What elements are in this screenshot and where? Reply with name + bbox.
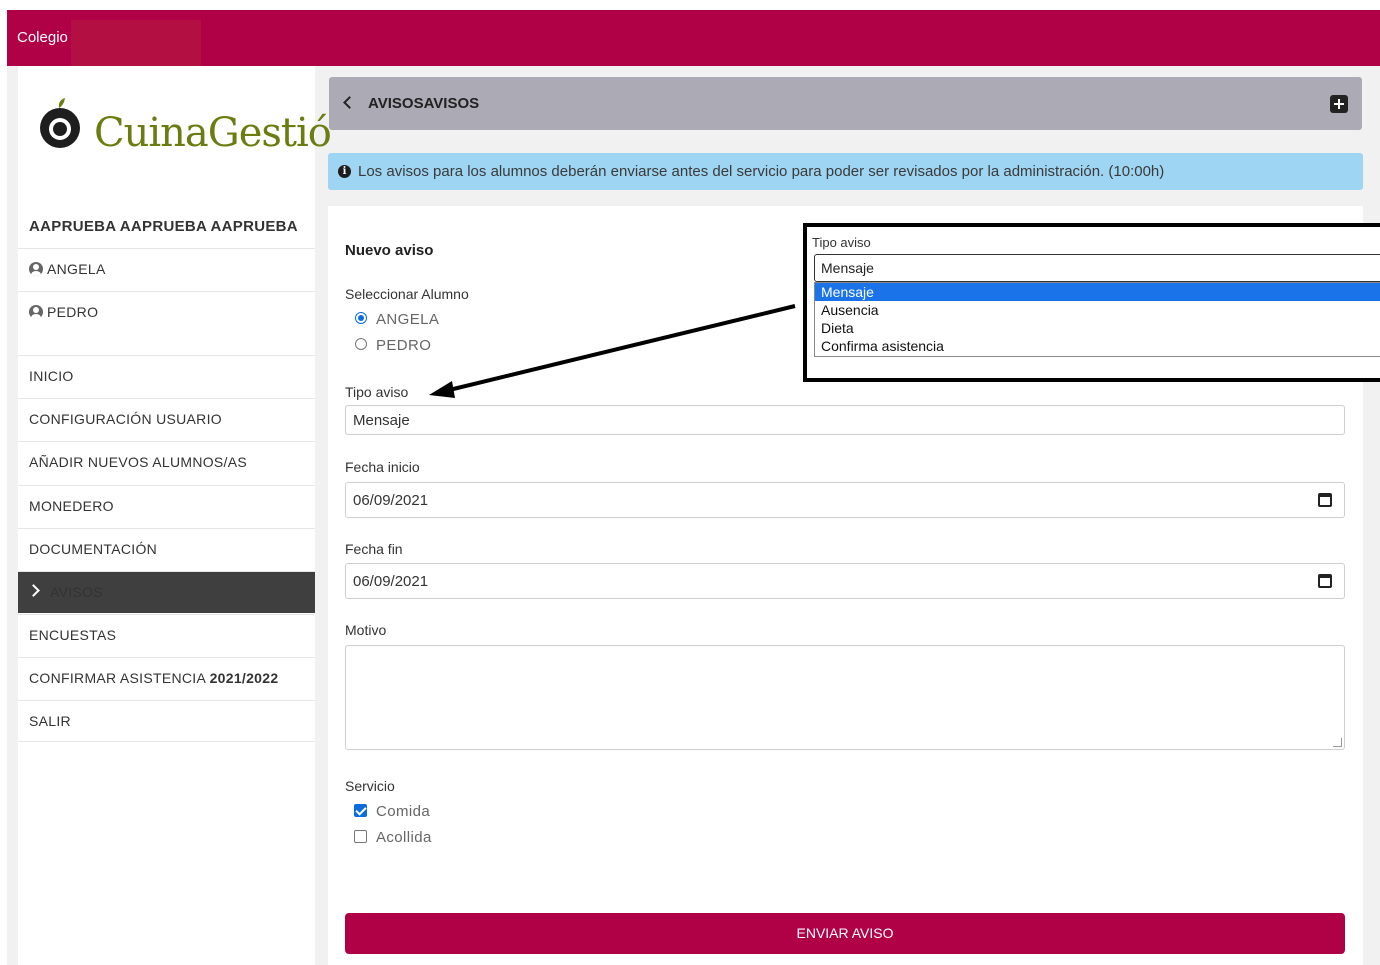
section-header: AVISOSAVISOS [329,77,1362,130]
resize-grip-icon[interactable] [1333,738,1342,747]
sidebar-student-pedro[interactable]: PEDRO [18,291,315,333]
fecha-fin-label: Fecha fin [345,541,403,557]
redacted-area [71,20,201,66]
top-bar: Colegio [7,10,1380,66]
radio-angela-label: ANGELA [376,311,440,328]
radio-pedro-label: PEDRO [376,337,432,354]
calendar-icon[interactable] [1318,574,1332,588]
cuinagestio-logo: CuinaGestió [38,98,332,168]
callout-select[interactable]: Mensaje [814,254,1380,282]
sidebar-item-documentacion[interactable]: DOCUMENTACIÓN [18,528,315,570]
user-icon [29,305,43,319]
option-confirma-asistencia[interactable]: Confirma asistencia [815,337,1380,355]
logo-wordmark: CuinaGestió [94,110,332,156]
school-name: Colegio [17,29,68,46]
student-label: ANGELA [47,261,106,277]
info-icon: i [338,165,351,178]
motivo-textarea[interactable] [345,645,1345,750]
callout-label: Tipo aviso [812,235,871,250]
back-chevron-icon[interactable] [343,96,356,109]
user-icon [29,262,43,276]
checkbox-comida[interactable] [354,804,367,817]
sidebar-item-monedero[interactable]: MONEDERO [18,485,315,527]
radio-pedro[interactable] [355,338,367,350]
radio-angela[interactable] [355,312,367,324]
info-text: Los avisos para los alumnos deberán envi… [358,163,1165,180]
sidebar-item-salir[interactable]: SALIR [18,700,315,742]
select-student-label: Seleccionar Alumno [345,286,469,302]
tipo-aviso-label: Tipo aviso [345,384,409,400]
motivo-label: Motivo [345,622,387,638]
enviar-aviso-button[interactable]: ENVIAR AVISO [345,913,1345,954]
option-mensaje[interactable]: Mensaje [815,283,1380,301]
checkbox-acollida[interactable] [354,830,367,843]
form-title: Nuevo aviso [345,242,434,259]
checkbox-comida-label: Comida [376,803,431,820]
fecha-fin-input[interactable]: 06/09/2021 [345,563,1345,599]
sidebar-item-configuracion-usuario[interactable]: CONFIGURACIÓN USUARIO [18,398,315,440]
student-label: PEDRO [47,304,99,320]
checkbox-acollida-label: Acollida [376,829,432,846]
sidebar-item-confirmar-asistencia[interactable]: CONFIRMAR ASISTENCIA 2021/2022 [18,657,315,699]
dropdown-callout: Tipo aviso Mensaje Mensaje Ausencia Diet… [803,223,1380,382]
servicio-label: Servicio [345,778,395,794]
sidebar-item-inicio[interactable]: INICIO [18,355,315,397]
chevron-right-icon [27,584,40,597]
sidebar-item-avisos[interactable]: AVISOS [18,571,315,613]
option-dieta[interactable]: Dieta [815,319,1380,337]
add-plus-icon[interactable] [1330,95,1348,113]
page-title: AVISOSAVISOS [368,95,480,112]
fecha-inicio-label: Fecha inicio [345,459,420,475]
sidebar: CuinaGestió AAPRUEBA AAPRUEBA AAPRUEBA A… [18,66,332,965]
user-name-header: AAPRUEBA AAPRUEBA AAPRUEBA [29,218,298,235]
option-ausencia[interactable]: Ausencia [815,301,1380,319]
sidebar-item-anadir-alumnos[interactable]: AÑADIR NUEVOS ALUMNOS/AS [18,441,315,483]
callout-options-list: Mensaje Ausencia Dieta Confirma asistenc… [814,282,1380,357]
fecha-inicio-input[interactable]: 06/09/2021 [345,482,1345,518]
sidebar-item-encuestas[interactable]: ENCUESTAS [18,614,315,656]
sidebar-student-angela[interactable]: ANGELA [18,248,315,290]
info-alert: i Los avisos para los alumnos deberán en… [328,153,1363,190]
calendar-icon[interactable] [1318,493,1332,507]
tipo-aviso-select[interactable]: Mensaje [345,405,1345,435]
pot-logo-icon [40,98,80,148]
